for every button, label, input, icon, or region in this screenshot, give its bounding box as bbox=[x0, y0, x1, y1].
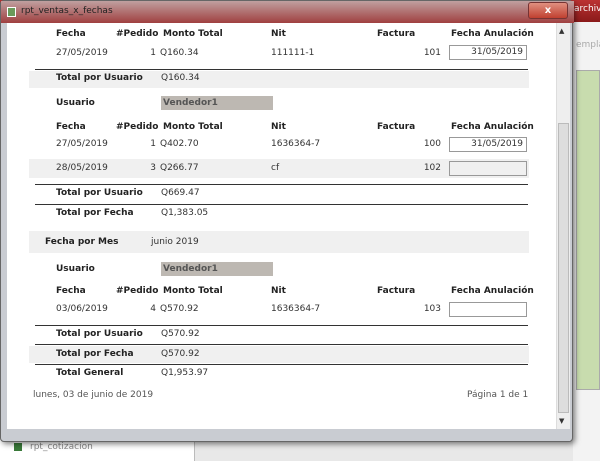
cell-nit: 111111-1 bbox=[271, 48, 315, 58]
total-usuario-value: Q669.47 bbox=[161, 188, 200, 198]
col-pedido: #Pedido bbox=[116, 29, 159, 39]
background-field: emplaz bbox=[576, 40, 600, 50]
divider bbox=[35, 344, 528, 345]
scrollbar-thumb[interactable] bbox=[558, 123, 569, 413]
scroll-down-icon[interactable]: ▼ bbox=[559, 417, 564, 425]
col-fecha: Fecha bbox=[56, 286, 86, 296]
cell-anulacion: 31/05/2019 bbox=[449, 45, 527, 60]
report-icon bbox=[7, 7, 16, 17]
col-fecha: Fecha bbox=[56, 122, 86, 132]
cell-fecha: 27/05/2019 bbox=[56, 139, 108, 149]
divider bbox=[35, 69, 528, 70]
col-monto: Monto Total bbox=[163, 122, 223, 132]
fecha-mes-value: junio 2019 bbox=[151, 237, 199, 247]
cell-monto: Q402.70 bbox=[160, 139, 199, 149]
cell-anulacion bbox=[449, 161, 527, 176]
background-green-panel bbox=[576, 70, 600, 390]
usuario-label: Usuario bbox=[56, 98, 95, 108]
cell-factura: 103 bbox=[423, 304, 441, 314]
usuario-value: Vendedor1 bbox=[161, 262, 273, 276]
close-button[interactable]: x bbox=[528, 2, 568, 19]
total-usuario-value: Q160.34 bbox=[161, 73, 200, 83]
col-nit: Nit bbox=[271, 122, 286, 132]
divider bbox=[35, 204, 528, 205]
divider bbox=[35, 364, 528, 365]
total-usuario-label: Total por Usuario bbox=[56, 73, 143, 83]
cell-pedido: 4 bbox=[150, 304, 156, 314]
cell-fecha: 27/05/2019 bbox=[56, 48, 108, 58]
cell-anulacion: 31/05/2019 bbox=[449, 137, 527, 152]
col-nit: Nit bbox=[271, 29, 286, 39]
total-usuario-value: Q570.92 bbox=[161, 329, 200, 339]
total-usuario-label: Total por Usuario bbox=[56, 329, 143, 339]
col-factura: Factura bbox=[377, 29, 416, 39]
cell-monto: Q160.34 bbox=[160, 48, 199, 58]
cell-pedido: 1 bbox=[150, 48, 156, 58]
vertical-scrollbar[interactable]: ▲ ▼ bbox=[556, 23, 570, 429]
cell-factura: 102 bbox=[423, 163, 441, 173]
cell-nit: cf bbox=[271, 163, 280, 173]
col-pedido: #Pedido bbox=[116, 122, 159, 132]
col-pedido: #Pedido bbox=[116, 286, 159, 296]
fecha-mes-label: Fecha por Mes bbox=[45, 237, 119, 247]
cell-nit: 1636364-7 bbox=[271, 304, 321, 314]
col-monto: Monto Total bbox=[163, 29, 223, 39]
cell-anulacion bbox=[449, 302, 527, 317]
usuario-label: Usuario bbox=[56, 264, 95, 274]
total-general-value: Q1,953.97 bbox=[161, 368, 209, 378]
divider bbox=[35, 325, 528, 326]
col-fecha: Fecha bbox=[56, 29, 86, 39]
status-bar bbox=[7, 429, 570, 441]
cell-nit: 1636364-7 bbox=[271, 139, 321, 149]
total-fecha-value: Q570.92 bbox=[161, 349, 200, 359]
col-monto: Monto Total bbox=[163, 286, 223, 296]
usuario-value: Vendedor1 bbox=[161, 96, 273, 110]
cell-factura: 101 bbox=[423, 48, 441, 58]
cell-pedido: 3 bbox=[150, 163, 156, 173]
cell-fecha: 28/05/2019 bbox=[56, 163, 108, 173]
cell-monto: Q570.92 bbox=[160, 304, 199, 314]
total-fecha-label: Total por Fecha bbox=[56, 208, 134, 218]
scroll-up-icon[interactable]: ▲ bbox=[559, 27, 564, 35]
total-usuario-label: Total por Usuario bbox=[56, 188, 143, 198]
col-anulacion: Fecha Anulación bbox=[451, 286, 534, 296]
total-fecha-label: Total por Fecha bbox=[56, 349, 134, 359]
col-factura: Factura bbox=[377, 122, 416, 132]
report-icon bbox=[14, 443, 22, 451]
footer-page: Página 1 de 1 bbox=[467, 390, 529, 400]
title-bar[interactable]: rpt_ventas_x_fechas x bbox=[1, 1, 574, 23]
footer-date: lunes, 03 de junio de 2019 bbox=[33, 390, 154, 400]
col-nit: Nit bbox=[271, 286, 286, 296]
divider bbox=[35, 184, 528, 185]
col-anulacion: Fecha Anulación bbox=[451, 29, 534, 39]
cell-fecha: 03/06/2019 bbox=[56, 304, 108, 314]
total-fecha-value: Q1,383.05 bbox=[161, 208, 209, 218]
report-window: rpt_ventas_x_fechas x ▲ ▼ Fecha #Pedido … bbox=[0, 0, 574, 442]
col-anulacion: Fecha Anulación bbox=[451, 122, 534, 132]
nav-item-rpt-cotizacion[interactable]: rpt_cotizacion bbox=[30, 442, 93, 452]
cell-monto: Q266.77 bbox=[160, 163, 199, 173]
cell-pedido: 1 bbox=[150, 139, 156, 149]
window-title: rpt_ventas_x_fechas bbox=[21, 6, 113, 16]
cell-factura: 100 bbox=[423, 139, 441, 149]
background-menu-archivo[interactable]: archivo bbox=[574, 4, 600, 14]
total-general-label: Total General bbox=[56, 368, 124, 378]
col-factura: Factura bbox=[377, 286, 416, 296]
